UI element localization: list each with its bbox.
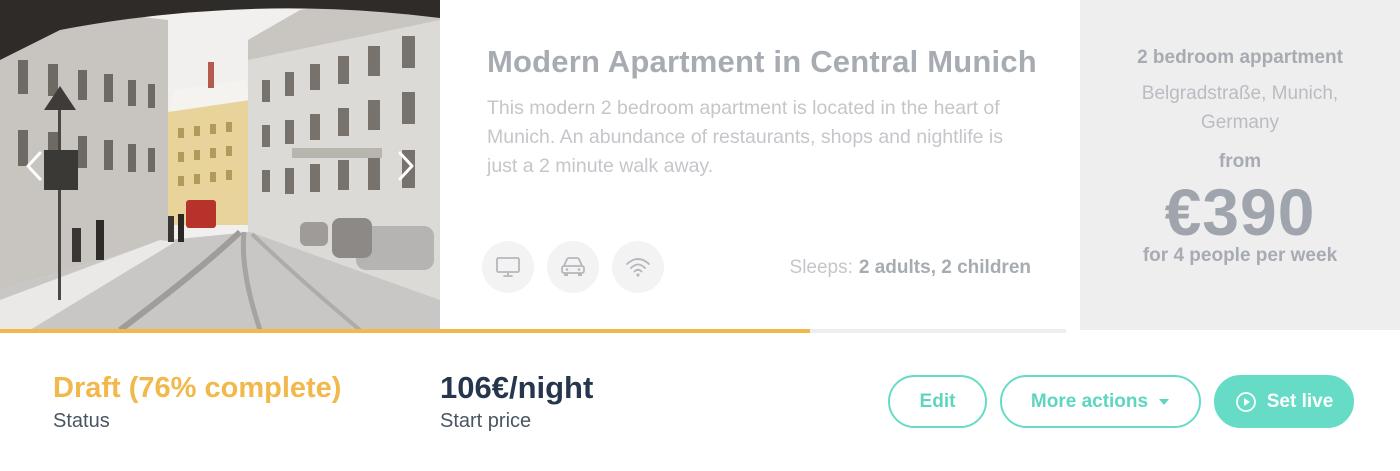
more-actions-button[interactable]: More actions <box>1000 375 1201 428</box>
next-photo-button[interactable] <box>388 148 424 184</box>
price-basis: for 4 people per week <box>1142 245 1338 266</box>
chevron-left-icon <box>26 151 42 181</box>
from-label: from <box>1218 151 1262 172</box>
status-value: Draft (76% complete) <box>53 372 342 404</box>
caret-down-icon <box>1159 398 1170 405</box>
previous-photo-button[interactable] <box>16 148 52 184</box>
chevron-right-icon <box>398 151 414 181</box>
property-address: Belgradstraße, Munich, Germany <box>1141 83 1339 133</box>
amenity-tv <box>482 241 534 293</box>
wifi-icon <box>626 258 650 277</box>
sleeps-info: Sleeps: 2 adults, 2 children <box>790 257 1031 279</box>
start-price-block: 106€/night Start price <box>440 370 593 433</box>
listing-card: Modern Apartment in Central Munich This … <box>0 0 1400 471</box>
completion-progress-bar <box>0 329 1066 333</box>
property-type: 2 bedroom appartment <box>1137 47 1343 68</box>
sleeps-value: 2 adults, 2 children <box>858 257 1031 278</box>
amenity-parking <box>547 241 599 293</box>
weekly-price: €390 <box>1164 175 1316 249</box>
play-circle-icon <box>1235 391 1256 412</box>
tv-icon <box>496 257 520 277</box>
listing-photo-carousel[interactable] <box>0 0 440 330</box>
amenity-wifi <box>612 241 664 293</box>
amenities-list <box>482 241 664 293</box>
edit-button[interactable]: Edit <box>888 375 987 428</box>
listing-photo <box>0 0 440 330</box>
status-block: Draft (76% complete) Status <box>53 370 341 433</box>
car-icon <box>561 257 585 276</box>
start-price-label: Start price <box>440 410 532 432</box>
completion-progress-fill <box>0 329 811 333</box>
price-summary-panel: 2 bedroom appartment Belgradstraße, Muni… <box>1080 0 1400 330</box>
edit-button-label: Edit <box>919 390 956 412</box>
listing-info: Modern Apartment in Central Munich This … <box>487 40 1047 181</box>
status-label: Status <box>53 410 110 432</box>
set-live-label: Set live <box>1266 390 1334 412</box>
set-live-button[interactable]: Set live <box>1214 375 1354 428</box>
start-price-value: 106€/night <box>440 370 594 405</box>
sleeps-label: Sleeps: <box>789 257 853 278</box>
more-actions-label: More actions <box>1030 390 1149 412</box>
listing-description: This modern 2 bedroom apartment is locat… <box>487 97 1003 177</box>
listing-title: Modern Apartment in Central Munich <box>487 44 1037 79</box>
